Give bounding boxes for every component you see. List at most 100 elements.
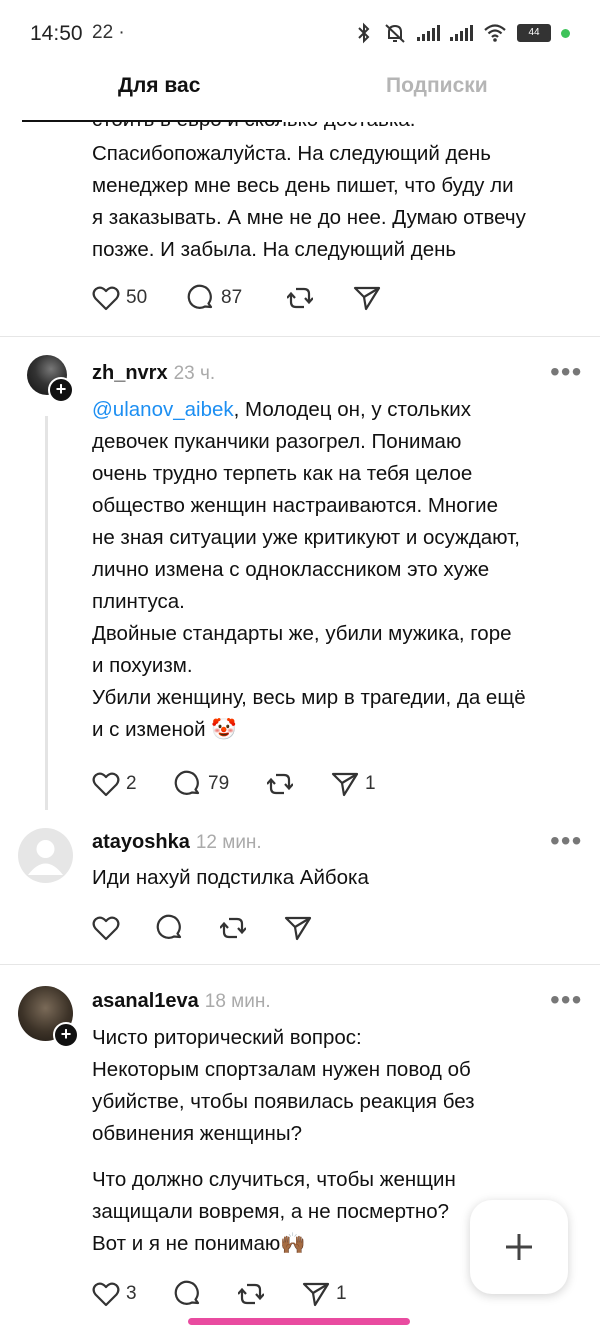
username[interactable]: atayoshka [92,831,190,853]
divider [0,964,600,965]
repost-button[interactable] [287,285,353,311]
more-options-icon[interactable]: ••• [550,827,582,855]
active-tab-indicator [22,120,282,122]
bell-muted-icon [385,24,405,43]
send-icon [331,772,359,797]
like-button[interactable]: 3 [92,1281,174,1307]
wifi-icon [484,24,506,42]
like-count: 2 [126,773,137,794]
post-line: позже. И забыла. На следующий день [92,238,457,261]
green-dot-icon [561,28,570,38]
post-text: Иди нахуй подстилка Айбока [92,862,592,894]
status-bar: 14:50 22 · 44 [0,0,600,66]
post-header: asanal1eva 18 мин. [92,990,271,1013]
battery-icon: 44 [517,24,551,42]
post-line: менеджер мне весь день пишет, что буду л… [92,174,514,197]
status-time: 14:50 [30,22,83,45]
share-button[interactable] [284,915,312,941]
username[interactable]: zh_nvrx [92,362,168,384]
post-line: девочек пуканчики разогрел. Понимаю [92,430,462,453]
post-actions: 2 79 1 [92,770,376,798]
send-icon [302,1282,330,1307]
reply-button[interactable]: 87 [187,284,287,312]
post-text: @ulanov_aibek, Молодец он, у стольких де… [92,394,592,746]
post-line: убийстве, чтобы появилась реакция без [92,1090,475,1113]
share-button[interactable]: 1 [331,771,376,797]
comment-icon [174,1280,200,1305]
post-actions: 3 1 [92,1280,347,1308]
post-line: Что должно случиться, чтобы женщин [92,1168,456,1191]
post-header: zh_nvrx 23 ч. [92,362,215,385]
comment-icon [174,770,200,795]
post-header: atayoshka 12 мин. [92,831,262,854]
repost-icon [287,287,313,309]
avatar[interactable] [18,828,73,883]
battery-level: 44 [528,27,540,38]
post-line: не зная ситуации уже критикуют и осуждаю… [92,526,520,549]
share-button[interactable] [353,285,381,311]
signal-2-icon [450,25,473,41]
post-line: Двойные стандарты же, убили мужика, горе [92,622,512,645]
status-notification: 22 · [92,22,125,43]
send-icon [284,916,312,941]
share-button[interactable]: 1 [302,1281,347,1307]
like-button[interactable]: 50 [92,285,187,311]
post-time: 18 мин. [204,991,271,1012]
thread-line [45,416,48,810]
heart-icon [92,916,120,941]
send-icon [353,286,381,311]
repost-icon [238,1283,264,1305]
reply-button[interactable] [156,914,220,942]
bluetooth-icon [358,22,370,44]
comment-icon [156,914,182,939]
more-options-icon[interactable]: ••• [550,358,582,386]
reply-count: 79 [208,773,230,794]
heart-icon [92,1282,120,1307]
tab-subscriptions[interactable]: Подписки [386,74,488,98]
username[interactable]: asanal1eva [92,990,199,1012]
status-icons: 44 [355,20,570,46]
divider [0,336,600,337]
repost-icon [267,773,293,795]
post-line: и с изменой 🤡 [92,718,237,741]
heart-icon [92,772,120,797]
post-line: обвинения женщины? [92,1122,302,1145]
post-line: Иди нахуй подстилка Айбока [92,866,369,889]
post-line: Чисто риторический вопрос: [92,1026,362,1049]
repost-button[interactable] [267,771,331,797]
more-options-icon[interactable]: ••• [550,986,582,1014]
reply-button[interactable] [174,1280,238,1308]
tab-for-you[interactable]: Для вас [118,74,200,98]
post-line: я заказывать. А мне не до нее. Думаю отв… [92,206,526,229]
post-text: Чисто риторический вопрос: Некоторым спо… [92,1022,592,1150]
like-count: 3 [126,1283,137,1304]
post-line: лично измена с одноклассником это хуже [92,558,490,581]
follow-plus-icon[interactable]: + [48,377,74,403]
post-line: Спасибопожалуйста. На следующий день [92,142,491,165]
post-line: Убили женщину, весь мир в трагедии, да е… [92,686,526,709]
post-line: очень трудно терпеть как на тебя целое [92,462,473,485]
reply-button[interactable]: 79 [174,770,267,798]
share-count: 1 [365,773,376,794]
reply-count: 87 [221,287,243,308]
post-line: плинтуса. [92,590,185,613]
repost-button[interactable] [220,915,284,941]
follow-plus-icon[interactable]: + [53,1022,79,1048]
like-button[interactable] [92,915,156,941]
post-actions: 50 87 [92,284,381,312]
signal-1-icon [417,25,440,41]
repost-button[interactable] [238,1281,302,1307]
post-text: Спасибопожалуйста. На следующий день мен… [92,138,592,266]
post-actions [92,914,312,942]
new-post-button[interactable] [470,1200,568,1294]
mention-link[interactable]: @ulanov_aibek [92,398,234,421]
post-line: и похуизм. [92,654,193,677]
like-button[interactable]: 2 [92,771,174,797]
share-count: 1 [336,1283,347,1304]
like-count: 50 [126,287,148,308]
heart-icon [92,286,120,311]
post-line: общество женщин настраиваются. Многие [92,494,498,517]
post-line: , Молодец он, у стольких [233,398,471,421]
default-avatar-icon [28,840,63,875]
home-indicator[interactable] [188,1318,410,1325]
